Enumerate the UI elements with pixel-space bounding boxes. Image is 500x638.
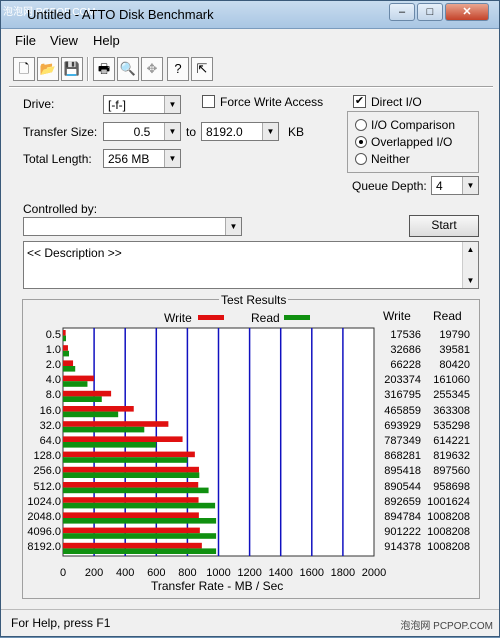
- y-tick-label: 128.0: [33, 450, 61, 463]
- y-tick-label: 1024.0: [27, 495, 61, 508]
- write-bar: [63, 360, 74, 366]
- read-value: 958698: [433, 480, 470, 493]
- read-bar: [63, 472, 200, 478]
- read-value: 819632: [433, 450, 470, 463]
- write-bar: [63, 497, 199, 503]
- write-bar: [63, 390, 112, 397]
- read-value: 1008208: [427, 511, 470, 523]
- read-bar: [63, 502, 216, 509]
- read-bar: [63, 533, 217, 539]
- y-tick-label: 1.0: [45, 343, 61, 356]
- x-tick-label: 800: [178, 567, 197, 579]
- write-bar: [63, 466, 199, 473]
- y-tick-label: 2048.0: [27, 511, 61, 523]
- read-value: 614221: [433, 435, 470, 447]
- write-bar: [63, 406, 134, 412]
- read-value: 535298: [433, 419, 470, 432]
- write-bar: [63, 330, 66, 336]
- watermark-bottom: 泡泡网 PCPOP.COM: [400, 621, 493, 632]
- y-tick-label: 8.0: [45, 389, 61, 402]
- read-bar: [63, 366, 76, 372]
- read-bar: [63, 487, 209, 494]
- y-tick-label: 2.0: [45, 359, 61, 371]
- x-tick-label: 1200: [237, 567, 262, 579]
- read-value: 1008208: [427, 541, 470, 554]
- read-bar: [63, 396, 102, 402]
- read-bar: [63, 548, 217, 554]
- read-bar: [63, 381, 88, 387]
- read-value: 1008208: [427, 526, 470, 539]
- read-value: 80420: [439, 359, 470, 371]
- y-tick-label: 32.0: [39, 419, 61, 432]
- read-value: 363308: [433, 404, 470, 417]
- read-value: 255345: [433, 389, 470, 402]
- x-tick-label: 1600: [299, 567, 325, 579]
- y-tick-label: 4096.0: [27, 526, 61, 539]
- read-value: 19790: [439, 328, 470, 341]
- y-tick-label: 8192.0: [27, 541, 61, 554]
- x-tick-label: 1400: [268, 567, 293, 579]
- write-bar: [63, 345, 68, 351]
- y-tick-label: 16.0: [39, 404, 61, 417]
- x-axis-label: Transfer Rate - MB / Sec: [151, 579, 284, 593]
- y-tick-label: 512.0: [33, 480, 61, 493]
- x-tick-label: 400: [116, 567, 135, 579]
- read-value: 161060: [433, 374, 470, 387]
- read-bar: [63, 426, 145, 433]
- y-tick-label: 4.0: [45, 374, 61, 387]
- write-bar: [63, 482, 199, 488]
- write-bar: [63, 436, 183, 442]
- read-bar: [63, 411, 119, 418]
- read-bar: [63, 442, 157, 448]
- read-bar: [63, 518, 217, 524]
- write-bar: [63, 512, 199, 518]
- read-bar: [63, 335, 67, 342]
- app-window: 泡泡网 PCPOP.COM Untitled - ATTO Disk Bench…: [0, 0, 500, 637]
- write-bar: [63, 375, 94, 382]
- write-bar: [63, 527, 200, 534]
- read-value: 39581: [439, 343, 470, 356]
- x-tick-label: 200: [84, 567, 104, 579]
- x-tick-label: 0: [59, 567, 67, 579]
- read-bar: [63, 457, 188, 463]
- y-tick-label: 256.0: [33, 465, 61, 478]
- x-tick-label: 1000: [206, 567, 231, 579]
- x-tick-label: 600: [147, 567, 166, 579]
- status-text: For Help, press F1: [11, 616, 111, 630]
- y-tick-label: 0.5: [45, 328, 61, 341]
- y-tick-label: 64.0: [39, 435, 61, 447]
- x-tick-label: 1800: [330, 567, 356, 579]
- read-value: 1001624: [427, 495, 470, 508]
- write-bar: [63, 451, 195, 458]
- write-bar: [63, 421, 169, 427]
- read-value: 897560: [433, 465, 470, 478]
- write-bar: [63, 542, 202, 549]
- x-tick-label: 2000: [361, 567, 387, 579]
- status-bar: For Help, press F1 泡泡网 PCPOP.COM: [1, 609, 499, 637]
- read-bar: [63, 350, 70, 357]
